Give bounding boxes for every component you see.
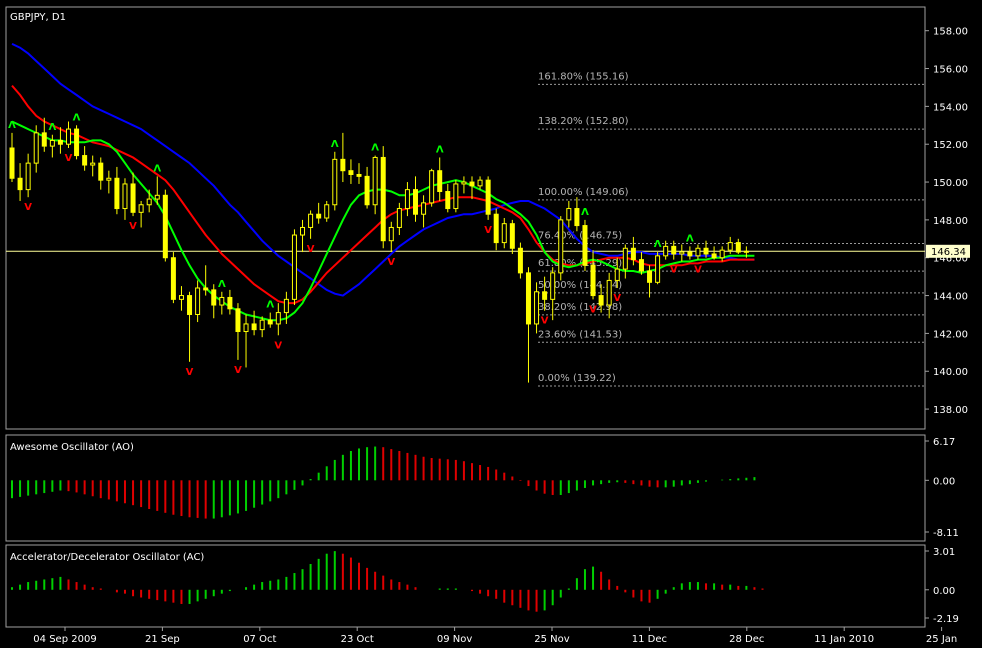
price-tick-label: 158.00 bbox=[933, 27, 968, 38]
fractal-up-arrow: Λ bbox=[218, 279, 226, 290]
fractal-down-arrow: V bbox=[387, 257, 395, 268]
fractal-down-arrow: V bbox=[694, 265, 702, 276]
ao-tick-label: 0.00 bbox=[933, 476, 955, 487]
fractal-down-arrow: V bbox=[670, 265, 678, 276]
current-price-badge: 146.34 bbox=[926, 244, 970, 258]
fractal-up-arrow: Λ bbox=[654, 239, 662, 250]
fractal-down-arrow: V bbox=[234, 365, 242, 376]
fractal-down-arrow: V bbox=[274, 340, 282, 351]
price-tick-label: 150.00 bbox=[933, 178, 968, 189]
fib-level-label: 100.00% (149.06) bbox=[538, 187, 629, 198]
fractal-down-arrow: V bbox=[589, 304, 597, 315]
date-tick-label: 11 Dec bbox=[632, 634, 667, 645]
price-tick-label: 142.00 bbox=[933, 329, 968, 340]
price-tick-label: 152.00 bbox=[933, 140, 968, 151]
fractal-up-arrow: Λ bbox=[266, 300, 274, 311]
date-tick-label: 07 Oct bbox=[243, 634, 276, 645]
ac-tick-label: 0.00 bbox=[933, 586, 955, 597]
date-tick-label: 25 Nov bbox=[534, 634, 570, 645]
price-tick-label: 140.00 bbox=[933, 367, 968, 378]
date-tick-label: 04 Sep 2009 bbox=[33, 634, 96, 645]
current-price-label: 146.34 bbox=[931, 247, 966, 258]
date-tick-label: 25 Jan bbox=[926, 634, 957, 645]
date-tick-label: 23 Oct bbox=[341, 634, 374, 645]
fib-level-label: 23.60% (141.53) bbox=[538, 329, 622, 340]
price-tick-label: 156.00 bbox=[933, 65, 968, 76]
ac-tick-label: 3.01 bbox=[933, 547, 955, 558]
candle bbox=[332, 151, 338, 211]
price-tick-label: 144.00 bbox=[933, 292, 968, 303]
fractal-up-arrow: Λ bbox=[8, 120, 16, 131]
fractal-up-arrow: Λ bbox=[73, 112, 81, 123]
fractal-up-arrow: Λ bbox=[48, 122, 56, 133]
price-tick-label: 148.00 bbox=[933, 216, 968, 227]
candle bbox=[380, 146, 386, 249]
fib-level-label: 0.00% (139.22) bbox=[538, 373, 616, 384]
ac-tick-label: -2.19 bbox=[933, 614, 959, 625]
trading-chart[interactable]: 161.80% (155.16) 138.20% (152.80) 100.00% … bbox=[0, 0, 982, 648]
fractal-up-arrow: Λ bbox=[436, 144, 444, 155]
fractal-up-arrow: Λ bbox=[371, 143, 379, 154]
candle bbox=[582, 219, 588, 271]
date-tick-label: 21 Sep bbox=[145, 634, 180, 645]
date-tick-label: 09 Nov bbox=[437, 634, 473, 645]
candle bbox=[162, 189, 168, 262]
date-tick-label: 28 Dec bbox=[729, 634, 764, 645]
price-tick-label: 138.00 bbox=[933, 405, 968, 416]
fractal-up-arrow: Λ bbox=[686, 233, 694, 244]
fractal-up-arrow: Λ bbox=[331, 139, 339, 150]
fractal-down-arrow: V bbox=[24, 202, 32, 213]
candle bbox=[74, 125, 80, 160]
ao-tick-label: 6.17 bbox=[933, 437, 955, 448]
ac-title: Accelerator/Decelerator Oscillator (AC) bbox=[10, 552, 204, 563]
ao-title: Awesome Oscillator (AO) bbox=[10, 442, 134, 453]
fractal-down-arrow: V bbox=[186, 367, 194, 378]
candle bbox=[485, 176, 491, 220]
candle bbox=[453, 180, 459, 213]
price-tick-label: 154.00 bbox=[933, 102, 968, 113]
ao-tick-label: -8.11 bbox=[933, 528, 959, 539]
fib-level-label: 76.40% (146.75) bbox=[538, 231, 622, 242]
date-tick-label: 11 Jan 2010 bbox=[814, 634, 874, 645]
fractal-down-arrow: V bbox=[129, 221, 137, 232]
fractal-down-arrow: V bbox=[541, 316, 549, 327]
fractal-down-arrow: V bbox=[613, 293, 621, 304]
fractal-up-arrow: Λ bbox=[581, 207, 589, 218]
candle bbox=[170, 252, 176, 304]
fib-level-label: 138.20% (152.80) bbox=[538, 116, 629, 127]
candle bbox=[558, 216, 564, 281]
fractal-down-arrow: V bbox=[484, 225, 492, 236]
candle bbox=[429, 168, 435, 207]
fractal-up-arrow: Λ bbox=[153, 163, 161, 174]
chart-title: GBPJPY, D1 bbox=[10, 12, 66, 23]
fib-level-label: 161.80% (155.16) bbox=[538, 71, 629, 82]
candle bbox=[517, 242, 523, 279]
candle bbox=[655, 252, 661, 285]
fractal-down-arrow: V bbox=[307, 244, 315, 255]
fractal-down-arrow: V bbox=[65, 153, 73, 164]
candle bbox=[291, 229, 297, 306]
